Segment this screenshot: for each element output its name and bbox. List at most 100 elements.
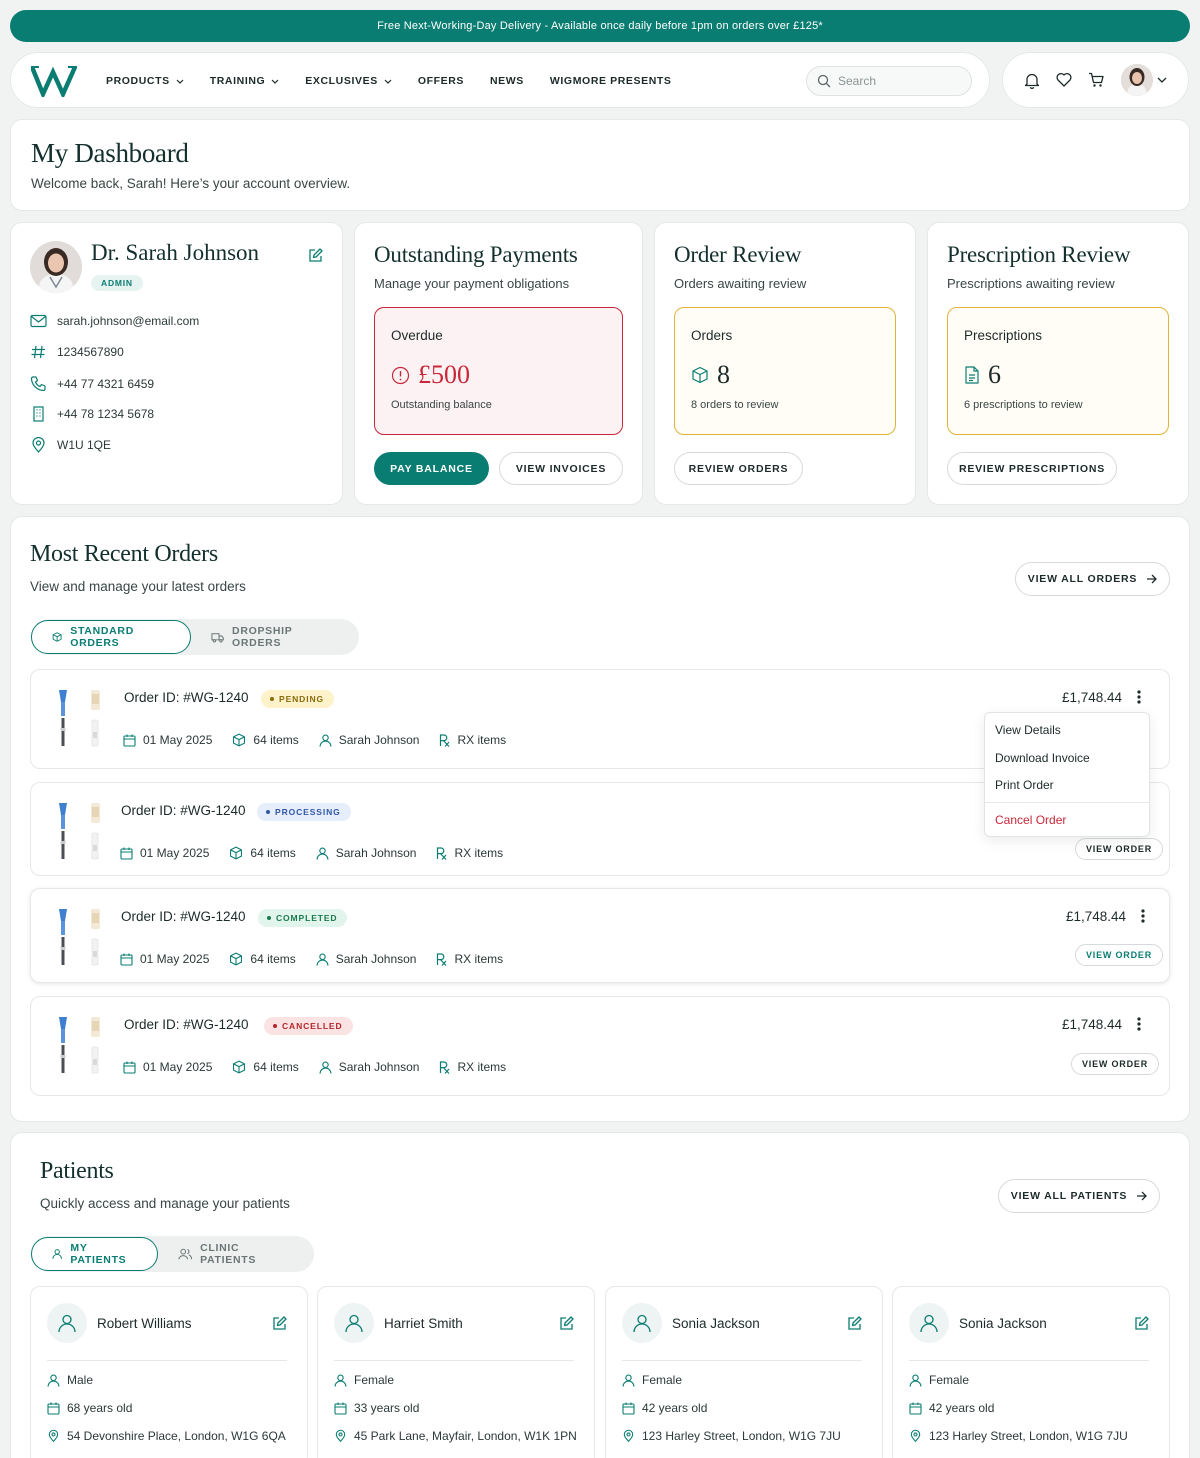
order-menu-button[interactable] xyxy=(1137,690,1141,704)
order-review-title: Order Review xyxy=(674,242,802,267)
order-id: Order ID: #WG-1240 xyxy=(124,690,249,705)
nav-news[interactable]: NEWS xyxy=(490,75,524,87)
user-icon xyxy=(316,953,329,966)
review-orders-button[interactable]: REVIEW ORDERS xyxy=(674,452,803,485)
order-meta: 01 May 2025 64 items Sarah Johnson RX it… xyxy=(123,733,526,747)
wigmore-logo[interactable] xyxy=(31,63,77,97)
bell-icon[interactable] xyxy=(1024,72,1040,89)
patient-divider xyxy=(622,1360,862,1361)
user-icon xyxy=(47,1374,60,1387)
cart-icon[interactable] xyxy=(1088,72,1105,88)
users-icon xyxy=(178,1248,192,1260)
patient-address: 123 Harley Street, London, W1G 7JU xyxy=(909,1429,1128,1443)
order-date: 01 May 2025 xyxy=(123,733,212,747)
view-all-patients-button[interactable]: VIEW ALL PATIENTS xyxy=(998,1179,1160,1213)
user-avatar[interactable] xyxy=(1121,64,1153,96)
patient-card[interactable]: Sonia Jackson Female 42 years old 123 Ha… xyxy=(605,1286,883,1458)
chevron-down-icon[interactable] xyxy=(1157,77,1167,83)
package-icon xyxy=(230,952,243,966)
user-actions xyxy=(1002,52,1189,108)
alert-circle-icon xyxy=(391,366,410,384)
calendar-icon xyxy=(120,953,133,966)
order-menu-button[interactable] xyxy=(1137,1017,1141,1031)
arrow-right-icon xyxy=(1137,1191,1148,1201)
patient-card[interactable]: Robert Williams Male 68 years old 54 Dev… xyxy=(30,1286,308,1458)
view-invoices-button[interactable]: VIEW INVOICES xyxy=(499,452,623,485)
order-customer: Sarah Johnson xyxy=(319,1060,419,1074)
heart-icon[interactable] xyxy=(1056,72,1072,87)
nav-products[interactable]: PRODUCTS xyxy=(106,75,184,87)
order-items: 64 items xyxy=(229,846,296,860)
menu-print-order[interactable]: Print Order xyxy=(995,778,1054,792)
tab-standard-orders[interactable]: STANDARD ORDERS xyxy=(31,620,191,654)
menu-cancel-order[interactable]: Cancel Order xyxy=(995,813,1066,827)
edit-icon[interactable] xyxy=(308,248,323,263)
patient-avatar xyxy=(334,1303,374,1343)
rx-icon xyxy=(440,733,450,747)
patient-tabs: MY PATIENTS CLINIC PATIENTS xyxy=(31,1236,314,1272)
view-order-button[interactable]: VIEW ORDER xyxy=(1075,838,1164,860)
patient-name: Sonia Jackson xyxy=(959,1316,1047,1331)
user-icon xyxy=(58,1314,76,1333)
rx-icon xyxy=(437,846,447,860)
nav-exclusives[interactable]: EXCLUSIVES xyxy=(305,75,392,87)
patient-name: Harriet Smith xyxy=(384,1316,463,1331)
order-customer: Sarah Johnson xyxy=(316,952,416,966)
user-icon xyxy=(909,1374,922,1387)
patient-card[interactable]: Harriet Smith Female 33 years old 45 Par… xyxy=(317,1286,595,1458)
nav-wigmore-presents[interactable]: WIGMORE PRESENTS xyxy=(550,75,672,87)
nav-offers[interactable]: OFFERS xyxy=(418,75,464,87)
search-input[interactable] xyxy=(838,74,948,88)
user-icon xyxy=(633,1314,651,1333)
main-nav: PRODUCTS TRAINING EXCLUSIVES OFFERS NEWS… xyxy=(10,52,990,108)
view-order-button[interactable]: VIEW ORDER xyxy=(1071,1053,1160,1075)
user-icon xyxy=(319,1061,332,1074)
view-order-button[interactable]: VIEW ORDER xyxy=(1075,944,1164,966)
patient-avatar xyxy=(47,1303,87,1343)
edit-icon[interactable] xyxy=(559,1316,574,1331)
order-meta: 01 May 2025 64 items Sarah Johnson RX it… xyxy=(120,846,523,860)
nav-training[interactable]: TRAINING xyxy=(210,75,280,87)
order-row[interactable]: Order ID: #WG-1240 COMPLETED 01 May 2025 … xyxy=(30,888,1170,983)
order-menu-button[interactable] xyxy=(1141,909,1145,923)
menu-view-details[interactable]: View Details xyxy=(995,723,1061,737)
order-id: Order ID: #WG-1240 xyxy=(121,909,246,924)
document-icon xyxy=(965,366,979,384)
edit-icon[interactable] xyxy=(1134,1316,1149,1331)
patient-age: 33 years old xyxy=(334,1401,419,1415)
package-icon xyxy=(230,846,243,860)
location-pin-icon xyxy=(623,1429,634,1443)
menu-download-invoice[interactable]: Download Invoice xyxy=(995,751,1090,765)
edit-icon[interactable] xyxy=(272,1316,287,1331)
order-rx: RX items xyxy=(439,1060,506,1074)
product-thumbnails xyxy=(59,690,100,747)
order-rx: RX items xyxy=(436,952,503,966)
user-icon xyxy=(334,1374,347,1387)
view-all-orders-button[interactable]: VIEW ALL ORDERS xyxy=(1015,562,1170,596)
review-prescriptions-button[interactable]: REVIEW PRESCRIPTIONS xyxy=(947,452,1117,485)
user-icon xyxy=(920,1314,938,1333)
prescription-review-subtitle: Prescriptions awaiting review xyxy=(947,276,1115,291)
pay-balance-button[interactable]: PAY BALANCE xyxy=(374,452,489,485)
search-icon xyxy=(817,74,831,88)
order-customer: Sarah Johnson xyxy=(319,733,419,747)
order-review-subtitle: Orders awaiting review xyxy=(674,276,807,291)
patient-divider xyxy=(334,1360,574,1361)
order-actions-menu: View Details Download Invoice Print Orde… xyxy=(984,712,1150,837)
location-pin-icon xyxy=(335,1429,346,1443)
calendar-icon xyxy=(909,1402,922,1415)
tab-my-patients[interactable]: MY PATIENTS xyxy=(31,1237,158,1271)
order-price: £1,748.44 xyxy=(1066,909,1127,924)
tab-clinic-patients[interactable]: CLINIC PATIENTS xyxy=(158,1237,314,1271)
patient-card[interactable]: Sonia Jackson Female 42 years old 123 Ha… xyxy=(892,1286,1170,1458)
patient-divider xyxy=(47,1360,287,1361)
chevron-down-icon xyxy=(271,79,279,84)
more-vertical-icon xyxy=(1141,909,1145,923)
edit-icon[interactable] xyxy=(847,1316,862,1331)
tab-dropship-orders[interactable]: DROPSHIP ORDERS xyxy=(191,620,359,654)
order-row[interactable]: Order ID: #WG-1240 CANCELLED 01 May 2025 … xyxy=(30,996,1170,1096)
menu-divider xyxy=(985,802,1149,803)
dashboard-header: My Dashboard Welcome back, Sarah! Here’s… xyxy=(10,119,1190,211)
hash-icon xyxy=(31,345,45,359)
order-date: 01 May 2025 xyxy=(120,846,209,860)
